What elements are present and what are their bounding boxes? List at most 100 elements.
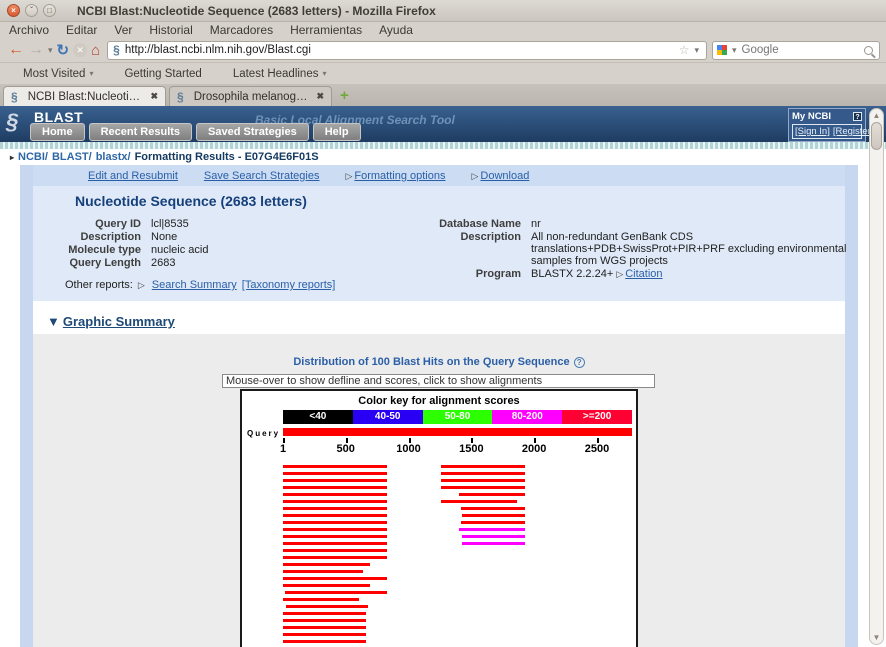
hit-bar[interactable]: [283, 465, 387, 468]
search-engine-dropdown-icon[interactable]: ▾: [732, 45, 737, 56]
window-minimize-icon[interactable]: ˇ: [25, 4, 38, 17]
breadcrumb-link-ncbi[interactable]: NCBI/: [18, 151, 48, 163]
my-ncbi-help-icon[interactable]: ?: [853, 112, 862, 121]
toolbar-link-save-search-strategies[interactable]: Save Search Strategies: [204, 170, 320, 182]
hit-bar[interactable]: [283, 640, 366, 643]
breadcrumb-link-blastx[interactable]: blastx/: [96, 151, 131, 163]
history-dropdown-icon[interactable]: ▾: [48, 45, 53, 56]
toolbar-link-label[interactable]: Edit and Resubmit: [88, 170, 178, 182]
tab-drosophila-melanogaster-fr[interactable]: §Drosophila melanogaster fr...✖: [169, 86, 332, 106]
hit-bar[interactable]: [283, 577, 387, 580]
hit-bar[interactable]: [283, 556, 387, 559]
home-icon[interactable]: ⌂: [91, 42, 100, 59]
hit-bar[interactable]: [283, 549, 387, 552]
hit-bar[interactable]: [283, 493, 387, 496]
hit-bar[interactable]: [441, 500, 517, 503]
hit-bar[interactable]: [283, 472, 387, 475]
hit-bar[interactable]: [462, 514, 525, 517]
hit-bar[interactable]: [283, 486, 387, 489]
menu-item-historial[interactable]: Historial: [149, 23, 192, 37]
hit-bar[interactable]: [285, 591, 387, 594]
hit-bar[interactable]: [441, 465, 525, 468]
search-icon[interactable]: [864, 46, 873, 55]
hit-bar[interactable]: [283, 598, 359, 601]
hit-bar[interactable]: [283, 479, 387, 482]
hit-bar[interactable]: [283, 563, 370, 566]
search-input[interactable]: [742, 44, 861, 56]
hit-bar[interactable]: [462, 542, 525, 545]
hit-bar[interactable]: [462, 535, 525, 538]
reload-icon[interactable]: ↻: [57, 41, 70, 59]
toolbar-link-label[interactable]: Download: [480, 170, 529, 182]
hit-bar[interactable]: [283, 514, 387, 517]
bookmark-star-icon[interactable]: ☆: [679, 43, 690, 57]
toolbar-link-download[interactable]: ▷Download: [472, 170, 530, 182]
hit-bar[interactable]: [283, 500, 387, 503]
hit-bar[interactable]: [441, 472, 525, 475]
breadcrumb-link-blast[interactable]: BLAST/: [52, 151, 92, 163]
other-report-link-search-summary[interactable]: Search Summary: [152, 279, 237, 291]
menu-item-herramientas[interactable]: Herramientas: [290, 23, 362, 37]
search-box[interactable]: ▾: [712, 41, 880, 60]
url-input[interactable]: [125, 44, 676, 56]
hit-bar[interactable]: [283, 542, 387, 545]
hit-bar[interactable]: [283, 626, 366, 629]
tab-close-icon[interactable]: ✖: [150, 91, 158, 102]
blast-hit-graphic[interactable]: Color key for alignment scores <4040-505…: [240, 389, 638, 647]
stop-icon[interactable]: ✕: [73, 43, 87, 57]
blast-nav-recent-results[interactable]: Recent Results: [89, 123, 192, 141]
hit-bar[interactable]: [283, 535, 387, 538]
hit-bar[interactable]: [283, 584, 370, 587]
citation-link[interactable]: Citation: [625, 268, 662, 280]
hit-bar[interactable]: [283, 521, 387, 524]
graphic-summary-header[interactable]: ▼Graphic Summary: [33, 309, 845, 334]
forward-icon[interactable]: →: [28, 41, 44, 59]
scrollbar-thumb[interactable]: [871, 122, 882, 150]
bookmark-latest-headlines[interactable]: Latest Headlines▾: [218, 68, 327, 80]
url-bar[interactable]: § ☆ ▾: [107, 41, 707, 60]
vertical-scrollbar[interactable]: ▲ ▼: [869, 108, 884, 645]
blast-nav-help[interactable]: Help: [313, 123, 361, 141]
window-close-icon[interactable]: ×: [7, 4, 20, 17]
new-tab-icon[interactable]: +: [340, 86, 349, 106]
back-icon[interactable]: ←: [8, 41, 24, 59]
toolbar-link-label[interactable]: Save Search Strategies: [204, 170, 320, 182]
scroll-down-icon[interactable]: ▼: [870, 633, 883, 642]
hit-bar[interactable]: [461, 507, 525, 510]
hit-bar[interactable]: [286, 605, 368, 608]
menu-item-ayuda[interactable]: Ayuda: [379, 23, 413, 37]
url-dropdown-icon[interactable]: ▾: [694, 45, 699, 56]
my-ncbi-link-register[interactable]: [Register]: [833, 126, 874, 137]
toolbar-link-edit-and-resubmit[interactable]: Edit and Resubmit: [88, 170, 178, 182]
other-report-link-taxonomy-reports[interactable]: [Taxonomy reports]: [242, 279, 336, 291]
blast-nav-saved-strategies[interactable]: Saved Strategies: [196, 123, 309, 141]
hit-bar[interactable]: [459, 528, 525, 531]
menu-item-marcadores[interactable]: Marcadores: [210, 23, 273, 37]
hit-bar[interactable]: [441, 479, 525, 482]
menu-item-archivo[interactable]: Archivo: [9, 23, 49, 37]
tab-close-icon[interactable]: ✖: [316, 91, 324, 102]
my-ncbi-link-sign-in[interactable]: [Sign In]: [795, 126, 830, 137]
hit-bar[interactable]: [283, 612, 366, 615]
tab-ncbi-blast-nucleotide-seq[interactable]: §NCBI Blast:Nucleotide Seq...✖: [3, 86, 166, 106]
hit-bar[interactable]: [283, 570, 363, 573]
hit-bar[interactable]: [283, 619, 366, 622]
bookmark-getting-started[interactable]: Getting Started: [109, 68, 201, 80]
bookmark-most-visited[interactable]: Most Visited▾: [8, 68, 93, 80]
hit-bar[interactable]: [461, 521, 525, 524]
hit-bar[interactable]: [441, 486, 525, 489]
hit-bar[interactable]: [459, 493, 525, 496]
bookmarks-toolbar: Most Visited▾ Getting Started Latest Headl…: [0, 63, 886, 84]
toolbar-link-label[interactable]: Formatting options: [354, 170, 445, 182]
scroll-up-icon[interactable]: ▲: [870, 111, 883, 120]
window-maximize-icon[interactable]: □: [43, 4, 56, 17]
distribution-help-icon[interactable]: ?: [574, 357, 585, 368]
hit-bar[interactable]: [283, 528, 387, 531]
menu-item-ver[interactable]: Ver: [114, 23, 132, 37]
menu-item-editar[interactable]: Editar: [66, 23, 97, 37]
hit-bar[interactable]: [283, 507, 387, 510]
blast-nav-home[interactable]: Home: [30, 123, 85, 141]
mouseover-hint-field[interactable]: [222, 374, 655, 388]
toolbar-link-formatting-options[interactable]: ▷Formatting options: [345, 170, 445, 182]
hit-bar[interactable]: [283, 633, 366, 636]
